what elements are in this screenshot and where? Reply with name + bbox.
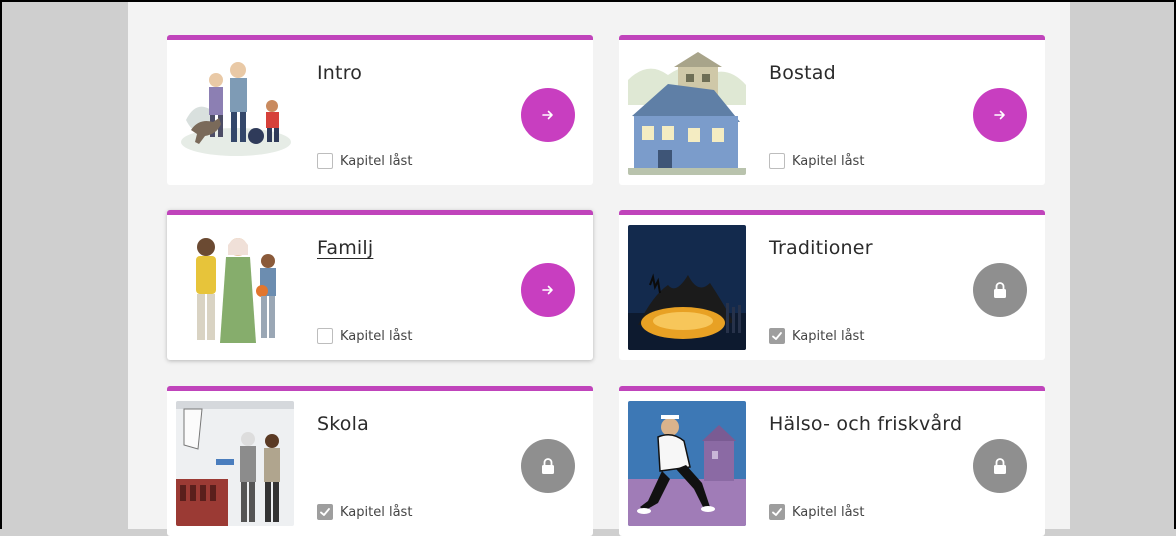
- chapter-lock-label: Kapitel låst: [340, 328, 413, 344]
- chapter-card-halso-och-friskvard[interactable]: Hälso- och friskvård Kapitel låst: [619, 386, 1045, 536]
- locked-chapter-button[interactable]: [973, 439, 1027, 493]
- skola-thumbnail: [176, 401, 294, 526]
- checkbox[interactable]: [317, 153, 333, 169]
- chapter-lock-checkbox-row[interactable]: Kapitel låst: [317, 328, 412, 344]
- checkmark-icon: [772, 332, 782, 340]
- intro-thumbnail: [176, 50, 294, 175]
- chapter-lock-label: Kapitel låst: [792, 328, 865, 344]
- familj-thumbnail: [176, 225, 294, 350]
- chapter-card-skola[interactable]: Skola Kapitel låst: [167, 386, 593, 536]
- checkmark-icon: [320, 508, 330, 516]
- checkbox-checked[interactable]: [769, 504, 785, 520]
- open-chapter-button[interactable]: [521, 263, 575, 317]
- chapter-lock-label: Kapitel låst: [792, 504, 865, 520]
- checkbox[interactable]: [317, 328, 333, 344]
- arrow-right-icon: [542, 110, 553, 120]
- bostad-thumbnail: [628, 50, 746, 175]
- locked-chapter-button[interactable]: [521, 439, 575, 493]
- chapter-card-bostad[interactable]: Bostad Kapitel låst: [619, 35, 1045, 185]
- lock-icon: [994, 458, 1006, 474]
- halso-thumbnail: [628, 401, 746, 526]
- chapter-title[interactable]: Intro: [317, 62, 362, 84]
- chapter-lock-checkbox-row[interactable]: Kapitel låst: [769, 328, 864, 344]
- chapter-card-traditioner[interactable]: Traditioner Kapitel låst: [619, 210, 1045, 360]
- chapter-title[interactable]: Traditioner: [769, 237, 873, 259]
- checkbox-checked[interactable]: [317, 504, 333, 520]
- arrow-right-icon: [542, 285, 553, 295]
- checkbox-checked[interactable]: [769, 328, 785, 344]
- chapter-title[interactable]: Hälso- och friskvård: [769, 413, 962, 435]
- chapter-title[interactable]: Familj: [317, 237, 373, 259]
- chapter-card-familj[interactable]: Familj Kapitel låst: [167, 210, 593, 360]
- lock-icon: [994, 282, 1006, 298]
- chapter-lock-label: Kapitel låst: [340, 153, 413, 169]
- chapter-title[interactable]: Skola: [317, 413, 369, 435]
- chapter-lock-label: Kapitel låst: [340, 504, 413, 520]
- chapter-grid: Intro Kapitel låst Bostad Kapitel låst F…: [128, 0, 1070, 536]
- chapter-title[interactable]: Bostad: [769, 62, 836, 84]
- chapter-lock-checkbox-row[interactable]: Kapitel låst: [317, 153, 412, 169]
- lock-icon: [542, 458, 554, 474]
- checkmark-icon: [772, 508, 782, 516]
- chapter-lock-checkbox-row[interactable]: Kapitel låst: [769, 153, 864, 169]
- checkbox[interactable]: [769, 153, 785, 169]
- traditioner-thumbnail: [628, 225, 746, 350]
- open-chapter-button[interactable]: [521, 88, 575, 142]
- arrow-right-icon: [994, 110, 1005, 120]
- locked-chapter-button[interactable]: [973, 263, 1027, 317]
- chapter-lock-label: Kapitel låst: [792, 153, 865, 169]
- open-chapter-button[interactable]: [973, 88, 1027, 142]
- chapter-lock-checkbox-row[interactable]: Kapitel låst: [769, 504, 864, 520]
- chapter-lock-checkbox-row[interactable]: Kapitel låst: [317, 504, 412, 520]
- chapter-card-intro[interactable]: Intro Kapitel låst: [167, 35, 593, 185]
